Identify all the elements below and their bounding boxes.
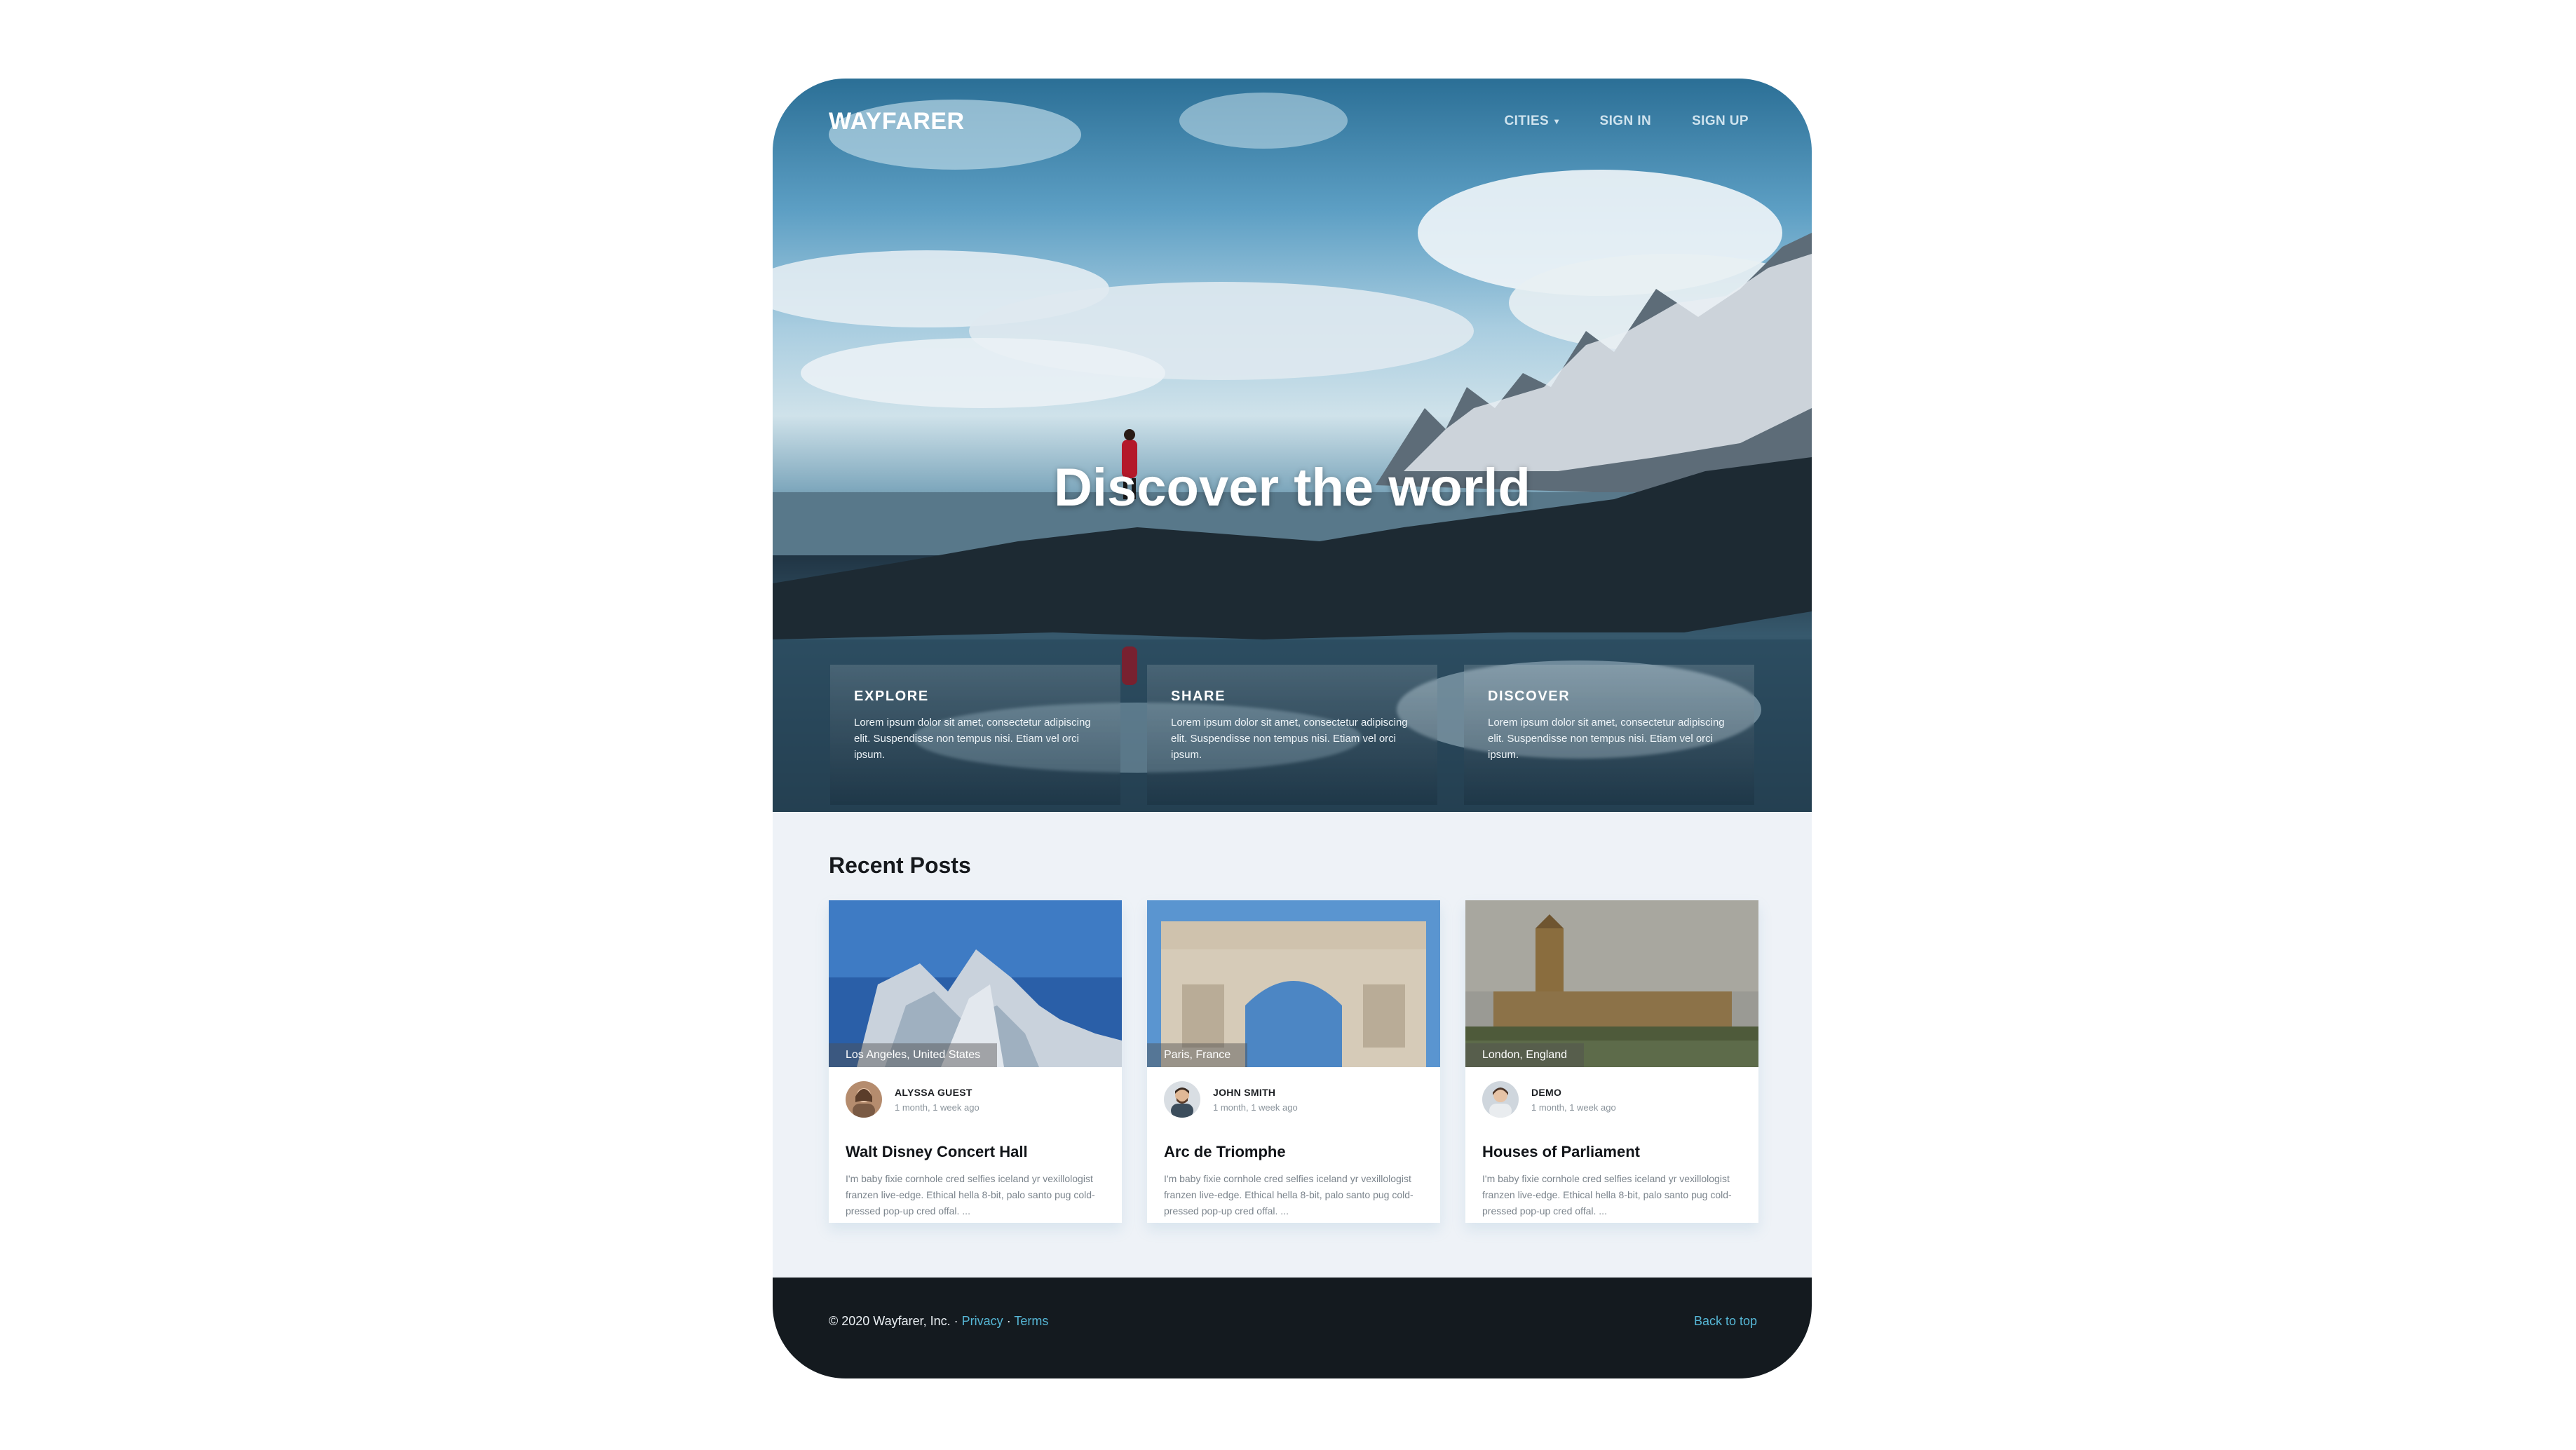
nav-sign-in[interactable]: SIGN IN <box>1600 114 1652 129</box>
top-nav: CITIES ▾ SIGN IN SIGN UP <box>1504 114 1749 129</box>
site-footer: © 2020 Wayfarer, Inc. · Privacy · Terms … <box>773 1278 1812 1378</box>
location-badge: Los Angeles, United States <box>829 1043 998 1067</box>
feature-cards: EXPLORE Lorem ipsum dolor sit amet, cons… <box>830 665 1754 805</box>
post-author: DEMO 1 month, 1 week ago <box>1482 1081 1742 1118</box>
feature-title: DISCOVER <box>1488 689 1571 704</box>
hero-title: Discover the world <box>1054 458 1531 517</box>
terms-link[interactable]: Terms <box>1014 1314 1048 1328</box>
feature-text: Lorem ipsum dolor sit amet, consectetur … <box>1488 717 1725 761</box>
feature-card-discover: DISCOVER Lorem ipsum dolor sit amet, con… <box>1464 665 1754 805</box>
post-image[interactable]: London, England <box>1465 900 1758 1067</box>
back-to-top-link[interactable]: Back to top <box>1694 1314 1757 1329</box>
post-time: 1 month, 1 week ago <box>895 1102 979 1113</box>
post-title[interactable]: Walt Disney Concert Hall <box>846 1143 1105 1161</box>
chevron-down-icon: ▾ <box>1554 116 1559 126</box>
post-time: 1 month, 1 week ago <box>1213 1102 1298 1113</box>
nav-cities-dropdown[interactable]: CITIES ▾ <box>1504 114 1559 129</box>
nav-sign-up[interactable]: SIGN UP <box>1692 114 1749 129</box>
post-title[interactable]: Arc de Triomphe <box>1164 1143 1423 1161</box>
brand-logo[interactable]: WAYFARER <box>829 108 965 135</box>
post-author: JOHN SMITH 1 month, 1 week ago <box>1164 1081 1423 1118</box>
recent-posts-list: Los Angeles, United States ALYSSA GUEST … <box>829 900 1758 1223</box>
post-excerpt: I'm baby fixie cornhole cred selfies ice… <box>846 1173 1095 1217</box>
hero-section: WAYFARER CITIES ▾ SIGN IN SIGN UP Discov… <box>773 79 1812 812</box>
footer-left: © 2020 Wayfarer, Inc. · Privacy · Terms <box>829 1314 1048 1329</box>
post-card[interactable]: Paris, France JOHN SMITH 1 month, 1 week… <box>1147 900 1440 1223</box>
nav-cities-label: CITIES <box>1504 114 1550 128</box>
post-author: ALYSSA GUEST 1 month, 1 week ago <box>846 1081 1105 1118</box>
avatar[interactable] <box>1482 1081 1519 1118</box>
post-excerpt: I'm baby fixie cornhole cred selfies ice… <box>1164 1173 1414 1217</box>
post-card[interactable]: Los Angeles, United States ALYSSA GUEST … <box>829 900 1122 1223</box>
post-excerpt: I'm baby fixie cornhole cred selfies ice… <box>1482 1173 1732 1217</box>
concert-hall-image <box>829 900 1122 1067</box>
author-name[interactable]: JOHN SMITH <box>1213 1087 1298 1098</box>
privacy-link[interactable]: Privacy <box>962 1314 1003 1328</box>
avatar[interactable] <box>846 1081 882 1118</box>
arc-de-triomphe-image <box>1147 900 1440 1067</box>
location-badge: London, England <box>1465 1043 1584 1067</box>
location-badge: Paris, France <box>1147 1043 1248 1067</box>
feature-title: EXPLORE <box>854 689 929 704</box>
post-image[interactable]: Paris, France <box>1147 900 1440 1067</box>
author-name[interactable]: DEMO <box>1531 1087 1616 1098</box>
feature-title: SHARE <box>1171 689 1226 704</box>
footer-separator: · <box>950 1314 962 1328</box>
post-time: 1 month, 1 week ago <box>1531 1102 1616 1113</box>
post-image[interactable]: Los Angeles, United States <box>829 900 1122 1067</box>
avatar[interactable] <box>1164 1081 1200 1118</box>
author-name[interactable]: ALYSSA GUEST <box>895 1087 979 1098</box>
post-card[interactable]: London, England DEMO 1 month, 1 week ago… <box>1465 900 1758 1223</box>
feature-text: Lorem ipsum dolor sit amet, consectetur … <box>854 717 1091 761</box>
app-frame: WAYFARER CITIES ▾ SIGN IN SIGN UP Discov… <box>773 79 1812 1378</box>
feature-card-share: SHARE Lorem ipsum dolor sit amet, consec… <box>1147 665 1437 805</box>
post-title[interactable]: Houses of Parliament <box>1482 1143 1742 1161</box>
footer-separator: · <box>1003 1314 1015 1328</box>
feature-card-explore: EXPLORE Lorem ipsum dolor sit amet, cons… <box>830 665 1120 805</box>
houses-of-parliament-image <box>1465 900 1758 1067</box>
recent-posts-heading: Recent Posts <box>829 853 971 878</box>
copyright-text: © 2020 Wayfarer, Inc. <box>829 1314 951 1328</box>
feature-text: Lorem ipsum dolor sit amet, consectetur … <box>1171 717 1408 761</box>
